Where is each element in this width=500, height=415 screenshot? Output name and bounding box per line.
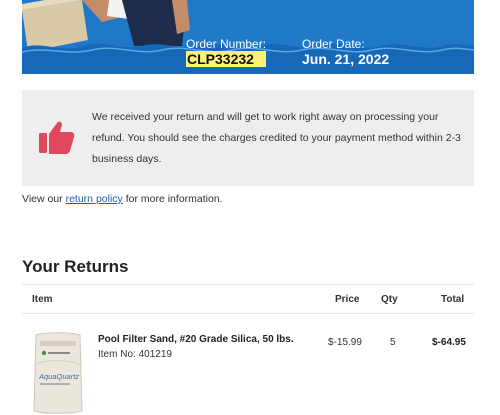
column-header-total: Total [441,294,465,305]
row-total: $-64.95 [432,337,466,348]
returns-title: Your Returns [22,257,129,276]
order-date-value: Jun. 21, 2022 [302,51,390,67]
product-image: AquaQuartz [33,332,83,414]
thumbs-up-icon [39,121,75,154]
return-notice: We received your return and will get to … [22,90,474,186]
product-item-number: Item No: 401219 [98,349,172,360]
row-qty: 5 [390,337,396,348]
order-date-label: Order Date: [302,37,365,51]
product-image-label: AquaQuartz [38,372,79,381]
header-banner: Order Number: CLP33232 Order Date: Jun. … [22,0,474,74]
divider [22,313,474,314]
column-header-price: Price [335,294,360,305]
policy-suffix: for more information. [125,193,223,205]
policy-prefix: View our [22,193,63,205]
product-name: Pool Filter Sand, #20 Grade Silica, 50 l… [98,334,294,345]
order-date-block: Order Date: Jun. 21, 2022 [302,37,389,67]
order-number-label: Order Number: [186,37,267,51]
policy-line: View our return policy for more informat… [22,193,223,205]
order-number-block: Order Number: CLP33232 [186,37,267,67]
column-header-item: Item [32,294,53,305]
column-header-qty: Qty [381,294,398,305]
row-price: $-15.99 [328,337,362,348]
return-message: We received your return and will get to … [92,111,461,165]
divider [22,284,474,285]
return-policy-link[interactable]: return policy [66,193,123,205]
order-number-value: CLP33232 [186,51,267,67]
